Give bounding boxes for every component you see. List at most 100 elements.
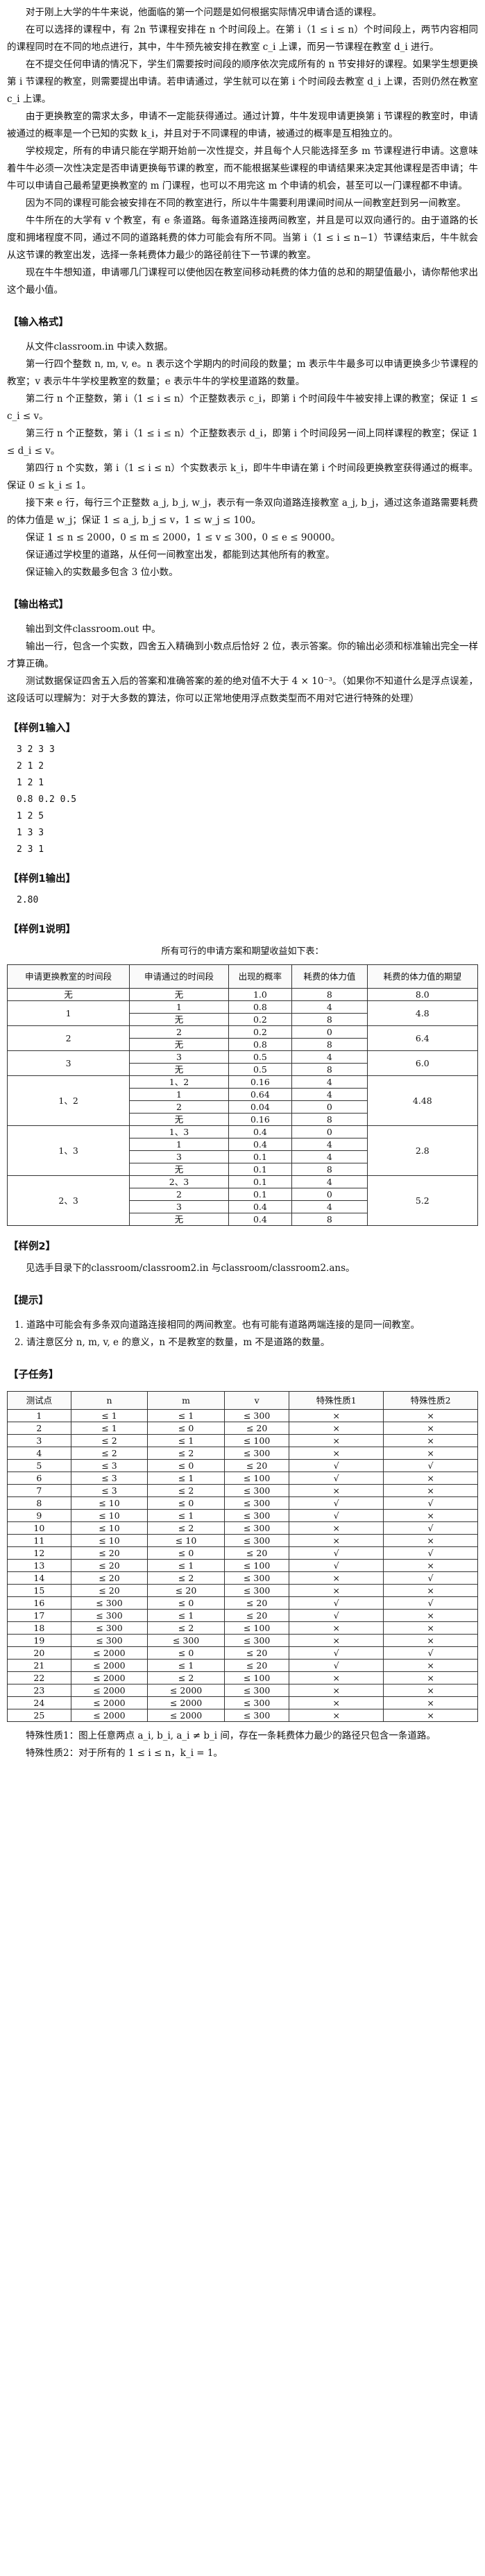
table-header-cell: 测试点 bbox=[7, 1391, 71, 1410]
table-cell: √ bbox=[289, 1496, 384, 1510]
table-cell: 4 bbox=[291, 1150, 368, 1163]
table-cell: × bbox=[289, 1671, 384, 1684]
table-cell: ≤ 2000 bbox=[147, 1709, 225, 1722]
table-cell: 8 bbox=[291, 1163, 368, 1176]
expect-cell: 4.8 bbox=[366, 1000, 479, 1026]
table-cell: 0.5 bbox=[228, 1063, 293, 1076]
sample1-input-code: 3 2 3 3 2 1 2 1 2 1 0.8 0.2 0.5 1 2 5 1 3 3 2 … bbox=[7, 742, 478, 858]
table-cell: √ bbox=[383, 1571, 478, 1585]
table-cell: ≤ 1 bbox=[147, 1559, 225, 1572]
table-row: 5 ≤ 3 ≤ 0 ≤ 20 √ √ bbox=[7, 1459, 478, 1472]
table-row: 3 ≤ 2 ≤ 1 ≤ 100 × × bbox=[7, 1434, 478, 1447]
table-row: 4 ≤ 2 ≤ 2 ≤ 300 × × bbox=[7, 1447, 478, 1460]
expect-cell: 6.4 bbox=[366, 1025, 479, 1051]
intro-paragraph: 学校规定，所有的申请只能在学期开始前一次性提交，并且每个人只能选择至多 m 节课… bbox=[7, 146, 478, 191]
table-cell: ≤ 20 bbox=[223, 1659, 290, 1672]
table-cell: ≤ 0 bbox=[147, 1596, 225, 1610]
table-cell: 无 bbox=[129, 1163, 229, 1176]
table-row: 2 2 0.2 0 6.4 bbox=[6, 1025, 479, 1051]
sample1-output-code: 2.80 bbox=[7, 892, 478, 909]
table-cell: √ bbox=[383, 1459, 478, 1472]
table-cell: × bbox=[289, 1409, 384, 1422]
table-cell: √ bbox=[383, 1646, 478, 1660]
code-line: 2 3 1 bbox=[17, 844, 44, 855]
table-cell: 3 bbox=[129, 1200, 229, 1213]
table-cell: ≤ 20 bbox=[223, 1459, 290, 1472]
table-cell: 8 bbox=[291, 1063, 368, 1076]
apply-cell: 1、2 bbox=[6, 1075, 130, 1126]
table-cell: 0.5 bbox=[228, 1050, 293, 1064]
table-cell: ≤ 300 bbox=[70, 1596, 148, 1610]
input-format-line: 保证通过学校里的道路，从任何一间教室出发，都能到达其他所有的教室。 bbox=[26, 549, 335, 561]
table-row: 2、3 2、3 0.1 4 5.2 bbox=[6, 1175, 479, 1226]
table-row: 1、2 1、2 0.16 4 4.48 bbox=[6, 1075, 479, 1126]
code-line: 0.8 0.2 0.5 bbox=[17, 794, 77, 805]
input-format-line: 保证 1 ≤ n ≤ 2000，0 ≤ m ≤ 2000，1 ≤ v ≤ 300… bbox=[26, 532, 341, 543]
table-cell: ≤ 1 bbox=[147, 1509, 225, 1522]
table-cell: 15 bbox=[7, 1584, 71, 1597]
table-cell: ≤ 300 bbox=[223, 1584, 290, 1597]
hint-item: 请注意区分 n, m, v, e 的意义，n 不是教室的数量，m 不是道路的数量… bbox=[26, 1334, 478, 1351]
apply-cell: 1、3 bbox=[6, 1125, 130, 1176]
table-cell: × bbox=[383, 1472, 478, 1485]
table-cell: 4 bbox=[291, 1138, 368, 1151]
table-row: 2 ≤ 1 ≤ 0 ≤ 20 × × bbox=[7, 1422, 478, 1435]
intro-paragraph: 对于刚上大学的牛牛来说，他面临的第一个问题是如何根据实际情况申请合适的课程。 bbox=[26, 7, 382, 18]
table-cell: 0.64 bbox=[228, 1088, 293, 1101]
table-row: 7 ≤ 3 ≤ 2 ≤ 300 × × bbox=[7, 1484, 478, 1497]
table-cell: ≤ 300 bbox=[223, 1696, 290, 1709]
table-cell: 5 bbox=[7, 1459, 71, 1472]
table-cell: × bbox=[383, 1559, 478, 1572]
table-cell: ≤ 20 bbox=[223, 1609, 290, 1622]
table-cell: 9 bbox=[7, 1509, 71, 1522]
table-cell: 1.0 bbox=[228, 988, 293, 1001]
table-cell: ≤ 2000 bbox=[70, 1646, 148, 1660]
table-cell: ≤ 300 bbox=[223, 1709, 290, 1722]
subtasks-table: 测试点 n m v 特殊性质1 特殊性质2 1 ≤ 1 ≤ 1 ≤ 300 × × 2 ≤ 1 ≤ 0 ≤ … bbox=[7, 1391, 478, 1722]
table-cell: 20 bbox=[7, 1646, 71, 1660]
table-cell: 25 bbox=[7, 1709, 71, 1722]
table-cell: ≤ 0 bbox=[147, 1459, 225, 1472]
table-cell: √ bbox=[289, 1559, 384, 1572]
table-cell: ≤ 300 bbox=[70, 1609, 148, 1622]
table-cell: 14 bbox=[7, 1571, 71, 1585]
table-cell: ≤ 20 bbox=[223, 1646, 290, 1660]
table-cell: 1 bbox=[129, 1000, 229, 1014]
intro-paragraph: 在不提交任何申请的情况下，学生们需要按时间段的顺序依次完成所有的 n 节安排好的… bbox=[7, 59, 478, 105]
table-cell: 4 bbox=[291, 1075, 368, 1089]
table-cell: 8 bbox=[291, 1213, 368, 1226]
table-cell: 0.16 bbox=[228, 1113, 293, 1126]
table-cell: ≤ 10 bbox=[70, 1534, 148, 1547]
problem-page: 对于刚上大学的牛牛来说，他面临的第一个问题是如何根据实际情况申请合适的课程。 在可… bbox=[0, 0, 485, 1762]
table-cell: ≤ 1 bbox=[147, 1659, 225, 1672]
input-format-line: 保证输入的实数最多包含 3 位小数。 bbox=[26, 567, 178, 578]
table-cell: × bbox=[289, 1484, 384, 1497]
sample2-title: 【样例2】 bbox=[8, 1241, 56, 1252]
table-cell: 8 bbox=[291, 988, 368, 1001]
expect-cell: 4.48 bbox=[366, 1075, 479, 1126]
table-cell: 10 bbox=[7, 1521, 71, 1535]
table-cell: 4 bbox=[291, 1200, 368, 1213]
table-cell: ≤ 300 bbox=[147, 1634, 225, 1647]
table-cell: 8 bbox=[291, 1113, 368, 1126]
table-cell: × bbox=[383, 1696, 478, 1709]
table-cell: ≤ 100 bbox=[223, 1559, 290, 1572]
table-row: 无无 1.0 8 8.0 bbox=[6, 988, 479, 1001]
table-row: 8 ≤ 10 ≤ 0 ≤ 300 √ √ bbox=[7, 1496, 478, 1510]
table-cell: 无 bbox=[129, 1063, 229, 1076]
hint-item: 道路中可能会有多条双向道路连接相同的两间教室。也有可能有道路两端连接的是同一间教… bbox=[26, 1317, 478, 1334]
table-cell: × bbox=[383, 1509, 478, 1522]
table-header-cell: 特殊性质2 bbox=[383, 1391, 478, 1410]
table-cell: √ bbox=[383, 1496, 478, 1510]
intro-paragraph: 现在牛牛想知道，申请哪几门课程可以使他因在教室间移动耗费的体力值的总和的期望值最… bbox=[7, 267, 478, 296]
table-cell: 1、2 bbox=[129, 1075, 229, 1089]
table-row: 15 ≤ 20 ≤ 20 ≤ 300 × × bbox=[7, 1584, 478, 1597]
table-cell: 0.4 bbox=[228, 1200, 293, 1213]
table-cell: 4 bbox=[7, 1447, 71, 1460]
table-cell: 4 bbox=[291, 1175, 368, 1188]
expect-cell: 8.0 bbox=[366, 988, 479, 1001]
table-cell: ≤ 2000 bbox=[70, 1659, 148, 1672]
input-format-line: 从文件classroom.in 中读入数据。 bbox=[26, 341, 173, 352]
table-cell: 4 bbox=[291, 1088, 368, 1101]
table-cell: ≤ 300 bbox=[223, 1634, 290, 1647]
